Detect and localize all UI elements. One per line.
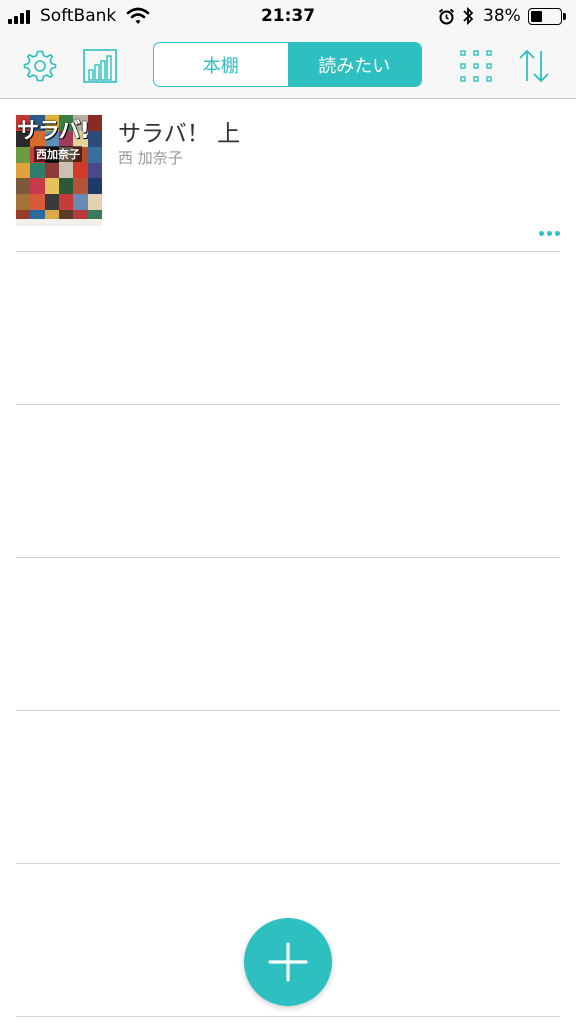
sort-arrows-icon <box>519 49 549 83</box>
plus-icon <box>268 942 308 982</box>
more-dots-icon[interactable] <box>539 231 560 236</box>
gear-icon <box>23 50 57 82</box>
add-book-button[interactable] <box>244 918 332 1006</box>
bluetooth-icon <box>463 6 474 26</box>
alarm-icon <box>438 8 455 25</box>
book-row[interactable]: サラバ! 西加奈子 サラバ！ 上 西 加奈子 <box>16 100 560 252</box>
battery-percentage: 38% <box>483 6 521 26</box>
nav-bar: 本棚 読みたい <box>0 34 576 99</box>
empty-shelf-row <box>16 252 560 405</box>
cover-footer <box>16 219 102 226</box>
status-bar: SoftBank 21:37 38% <box>0 0 576 34</box>
battery-level-fill <box>531 11 542 22</box>
cover-author: 西加奈子 <box>34 146 82 162</box>
empty-shelf-row <box>16 405 560 558</box>
bar-chart-icon <box>83 49 117 83</box>
statistics-button[interactable] <box>82 48 118 84</box>
tab-bookshelf[interactable]: 本棚 <box>154 43 288 86</box>
grid-view-button[interactable] <box>458 48 494 84</box>
grid-icon <box>460 50 492 82</box>
book-title[interactable]: サラバ！ 上 <box>118 114 240 148</box>
settings-button[interactable] <box>22 48 58 84</box>
tab-want-to-read[interactable]: 読みたい <box>287 43 421 86</box>
book-author: 西 加奈子 <box>118 149 183 167</box>
battery-tip <box>563 13 566 20</box>
empty-shelf-row <box>16 711 560 864</box>
sort-button[interactable] <box>516 48 552 84</box>
empty-shelf-row <box>16 558 560 711</box>
cover-title: サラバ! <box>17 119 90 144</box>
shelf-segmented-control: 本棚 読みたい <box>153 42 422 87</box>
book-cover[interactable]: サラバ! 西加奈子 <box>16 115 102 226</box>
book-list: サラバ! 西加奈子 サラバ！ 上 西 加奈子 <box>0 100 576 1017</box>
battery-icon <box>528 8 562 25</box>
